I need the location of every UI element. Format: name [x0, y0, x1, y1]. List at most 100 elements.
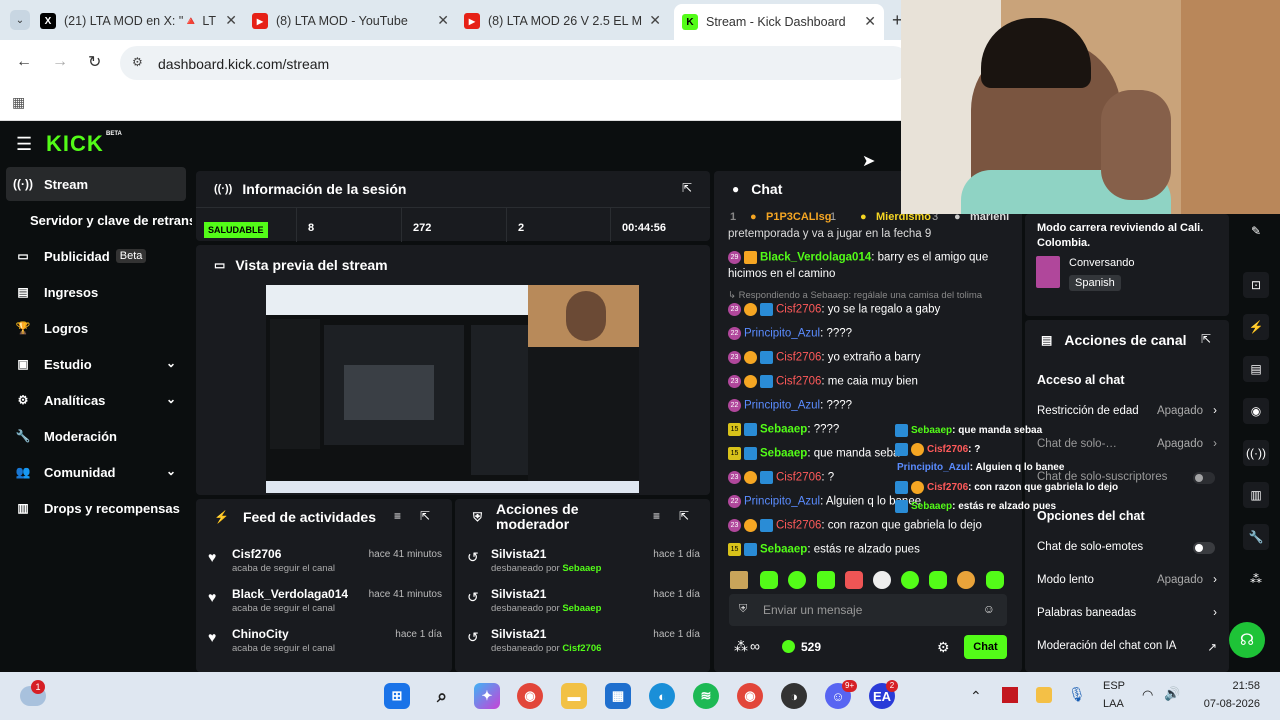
- sidebar-item-drops[interactable]: ▥ Drops y recompensas: [6, 491, 186, 525]
- emote-icon[interactable]: [929, 571, 947, 589]
- subs-only-toggle[interactable]: [1193, 472, 1215, 484]
- keyboard-language[interactable]: ESP: [1103, 680, 1125, 692]
- close-tab-icon[interactable]: ✕: [649, 12, 661, 29]
- layout-icon[interactable]: ▥: [1243, 482, 1269, 508]
- copilot-icon[interactable]: ✦: [474, 683, 500, 709]
- reload-icon[interactable]: ↻: [88, 52, 101, 72]
- back-arrow-icon[interactable]: ←: [16, 53, 32, 71]
- windows-start-icon[interactable]: ⊞: [384, 683, 410, 709]
- edit-pencil-icon[interactable]: ✎: [1243, 218, 1269, 244]
- followers-only-row[interactable]: Chat de solo-… Apagado ›: [1037, 438, 1217, 450]
- emote-icon[interactable]: [957, 571, 975, 589]
- emote-icon[interactable]: [730, 571, 748, 589]
- chrome-profile-icon[interactable]: ◉: [737, 683, 763, 709]
- chat-username[interactable]: Principito_Azul: [744, 496, 820, 508]
- search-icon[interactable]: ⌕: [429, 683, 455, 709]
- settings-gear-icon[interactable]: ⚙: [937, 639, 950, 656]
- chat-username[interactable]: Black_Verdolaga014: [760, 252, 871, 264]
- sidebar-item-community[interactable]: 👥 Comunidad ⌄: [6, 455, 186, 489]
- chat-username[interactable]: Principito_Azul: [744, 400, 820, 412]
- broadcast-icon[interactable]: ((·)): [1243, 440, 1269, 466]
- mod-action-by[interactable]: Sebaaep: [562, 603, 601, 614]
- chat-username[interactable]: Cisf2706: [776, 376, 821, 388]
- tray-chevron-up-icon[interactable]: ⌃: [970, 688, 982, 705]
- tray-app-icon[interactable]: [1036, 687, 1052, 703]
- send-chat-button[interactable]: Chat: [964, 635, 1007, 659]
- keyboard-layout[interactable]: LAA: [1103, 698, 1124, 710]
- chat-username[interactable]: Sebaaep: [760, 424, 807, 436]
- mod-action-by[interactable]: Sebaaep: [562, 563, 601, 574]
- emoji-icon[interactable]: ☺: [983, 602, 995, 616]
- category-thumbnail[interactable]: [1036, 256, 1060, 288]
- mod-action-user[interactable]: Silvista21: [491, 587, 546, 601]
- tray-app-icon[interactable]: [1002, 687, 1018, 703]
- site-settings-icon[interactable]: ⚙: [132, 55, 143, 69]
- wifi-icon[interactable]: ◠: [1142, 687, 1153, 703]
- stream-preview-video[interactable]: [266, 285, 639, 493]
- browser-tab-kick[interactable]: K Stream - Kick Dashboard ✕: [674, 4, 884, 40]
- age-restriction-row[interactable]: Restricción de edad Apagado ›: [1037, 405, 1217, 417]
- mod-action-user[interactable]: Silvista21: [491, 627, 546, 641]
- emote-only-toggle[interactable]: [1193, 542, 1215, 554]
- popout-icon[interactable]: ⇱: [679, 509, 689, 523]
- banned-words-row[interactable]: Palabras baneadas ›: [1037, 607, 1217, 619]
- chrome-icon[interactable]: ◉: [517, 683, 543, 709]
- chat-username[interactable]: Sebaaep: [760, 544, 807, 556]
- chat-username[interactable]: Cisf2706: [776, 304, 821, 316]
- emote-only-row[interactable]: Chat de solo-emotes: [1037, 541, 1217, 554]
- sidebar-item-revenue[interactable]: ▤ Ingresos: [6, 275, 186, 309]
- file-explorer-icon[interactable]: ▬: [561, 683, 587, 709]
- close-tab-icon[interactable]: ✕: [864, 13, 876, 30]
- browser-tab-youtube-1[interactable]: ▶ (8) LTA MOD - YouTube ✕: [252, 6, 457, 36]
- mod-action-user[interactable]: Silvista21: [491, 547, 546, 561]
- volume-icon[interactable]: 🔊: [1164, 686, 1180, 702]
- category-name[interactable]: Conversando: [1069, 257, 1134, 269]
- browser-tab-x[interactable]: X (21) LTA MOD en X: "🔺 LT ✕: [40, 6, 245, 36]
- emote-icon[interactable]: [817, 571, 835, 589]
- forward-arrow-icon[interactable]: →: [52, 53, 68, 71]
- popout-icon[interactable]: ⇱: [1201, 332, 1211, 346]
- sidebar-item-studio[interactable]: ▣ Estudio ⌄: [6, 347, 186, 381]
- chat-input[interactable]: ⛨ Enviar un mensaje ☺: [729, 594, 1007, 626]
- emote-icon[interactable]: [873, 571, 891, 589]
- wrench-icon[interactable]: 🔧: [1243, 524, 1269, 550]
- emote-icon[interactable]: [901, 571, 919, 589]
- share-nodes-icon[interactable]: ⁂: [1243, 566, 1269, 592]
- capture-icon[interactable]: ⊡: [1243, 272, 1269, 298]
- mod-action-by[interactable]: Cisf2706: [562, 643, 601, 654]
- sidebar-item-stream[interactable]: ((·)) Stream: [6, 167, 186, 201]
- apps-grid-icon[interactable]: ▦: [12, 94, 25, 111]
- feed-user[interactable]: Cisf2706: [232, 547, 281, 561]
- ai-moderation-row[interactable]: Moderación del chat con IA ↗: [1037, 640, 1217, 654]
- filter-icon[interactable]: ≡: [653, 509, 660, 523]
- sidebar-item-analytics[interactable]: ⚙ Analíticas ⌄: [6, 383, 186, 417]
- support-headset-icon[interactable]: ☊: [1229, 622, 1265, 658]
- slow-mode-row[interactable]: Modo lento Apagado ›: [1037, 574, 1217, 586]
- feed-user[interactable]: Black_Verdolaga014: [232, 587, 348, 601]
- feed-user[interactable]: ChinoCity: [232, 627, 289, 641]
- sidebar-item-achievements[interactable]: 🏆 Logros: [6, 311, 186, 345]
- close-tab-icon[interactable]: ✕: [225, 12, 237, 29]
- chat-username[interactable]: Cisf2706: [776, 472, 821, 484]
- chat-username[interactable]: Principito_Azul: [744, 328, 820, 340]
- popout-icon[interactable]: ⇱: [682, 181, 692, 195]
- sidebar-item-moderation[interactable]: 🔧 Moderación: [6, 419, 186, 453]
- tab-search-icon[interactable]: ⌄: [10, 10, 30, 30]
- sidebar-item-ads[interactable]: ▭ Publicidad Beta: [6, 239, 186, 273]
- popout-icon[interactable]: ⇱: [420, 509, 430, 523]
- chat-username[interactable]: Cisf2706: [776, 520, 821, 532]
- document-icon[interactable]: ▤: [1243, 356, 1269, 382]
- points-icon[interactable]: ⁂: [734, 638, 748, 655]
- app-icon[interactable]: ◑: [781, 683, 807, 709]
- close-tab-icon[interactable]: ✕: [437, 12, 449, 29]
- kick-logo[interactable]: KICK: [46, 131, 104, 157]
- emote-icon[interactable]: [760, 571, 778, 589]
- emote-icon[interactable]: [986, 571, 1004, 589]
- chat-bubble-icon[interactable]: ◉: [1243, 398, 1269, 424]
- chat-username[interactable]: Sebaaep: [760, 448, 807, 460]
- emote-icon[interactable]: [845, 571, 863, 589]
- gifter-name[interactable]: P1P3CALIsg: [766, 211, 831, 223]
- microphone-icon[interactable]: 🎙: [1068, 686, 1086, 703]
- sidebar-item-server-key[interactable]: Servidor y clave de retransmisión: [30, 203, 192, 237]
- clock-date[interactable]: 07-08-2026: [1196, 698, 1260, 710]
